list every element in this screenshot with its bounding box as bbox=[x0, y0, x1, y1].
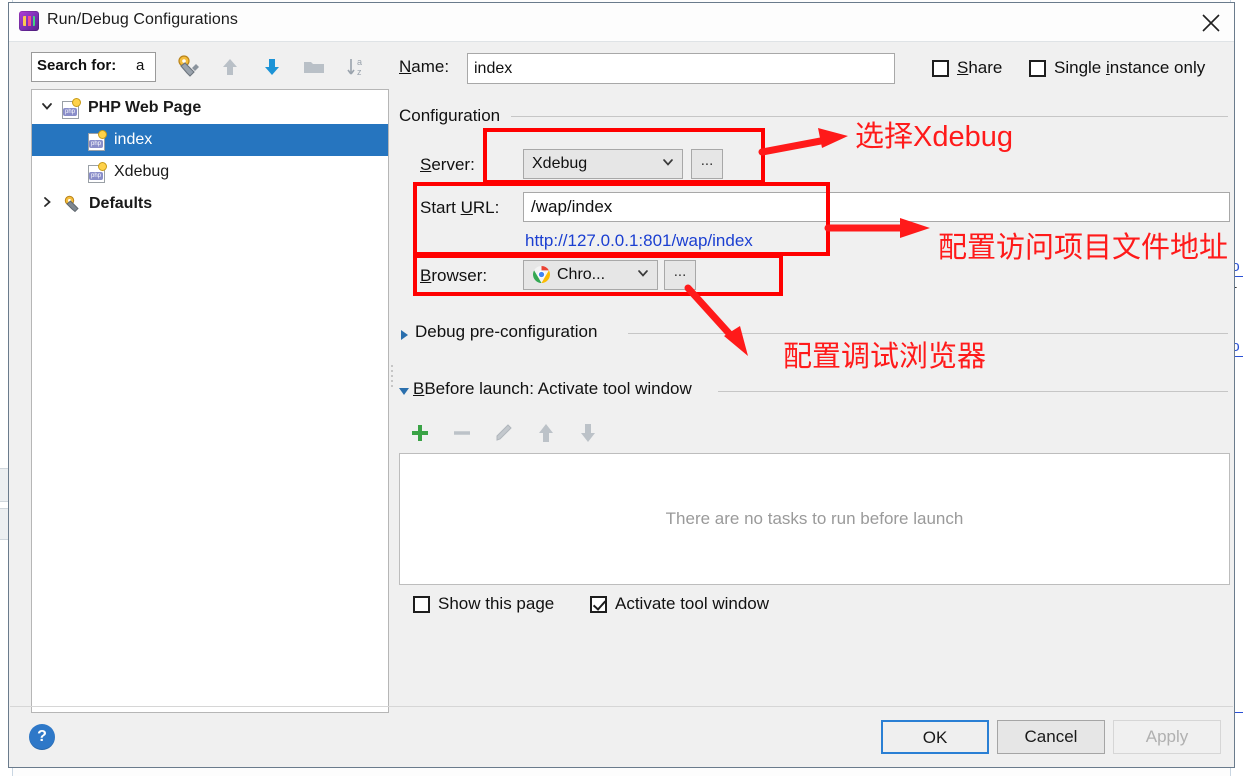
search-input[interactable]: Search for: a bbox=[31, 52, 156, 82]
show-this-page-checkbox[interactable] bbox=[413, 595, 430, 613]
tree-item-defaults[interactable]: Defaults bbox=[32, 188, 388, 220]
browser-value: Chro... bbox=[557, 266, 606, 283]
close-icon[interactable] bbox=[1188, 3, 1234, 40]
before-launch-title-text: Before launch: Activate tool window bbox=[424, 379, 692, 398]
before-launch-title[interactable]: BBefore launch: Activate tool window bbox=[413, 379, 700, 399]
dialog-titlebar: Run/Debug Configurations bbox=[9, 3, 1234, 42]
move-up-icon[interactable] bbox=[216, 53, 244, 81]
tree-item-xdebug[interactable]: php Xdebug bbox=[32, 156, 388, 188]
run-debug-configurations-dialog: Run/Debug Configurations Search for: a a… bbox=[8, 2, 1235, 768]
move-task-down-icon bbox=[573, 419, 603, 447]
show-this-page-label: Show this page bbox=[438, 594, 555, 613]
edit-templates-icon[interactable] bbox=[174, 53, 202, 81]
configuration-editor-panel: Name: Share Single instance only Configu… bbox=[395, 47, 1230, 705]
name-input[interactable] bbox=[467, 53, 895, 84]
configurations-sidebar: Search for: a a z php PHP Web Page php i… bbox=[21, 47, 391, 719]
debug-preconfiguration-expand-icon[interactable] bbox=[401, 330, 408, 340]
empty-task-message: There are no tasks to run before launch bbox=[665, 509, 964, 528]
move-down-icon[interactable] bbox=[258, 53, 286, 81]
search-label: Search for: bbox=[37, 57, 117, 74]
php-file-icon: php bbox=[88, 161, 107, 183]
share-label: Share bbox=[957, 58, 1003, 77]
tree-item-label: Xdebug bbox=[114, 163, 170, 180]
browser-label: Browser: bbox=[420, 266, 488, 285]
single-instance-label: Single instance only bbox=[1054, 58, 1206, 77]
chevron-right-icon[interactable] bbox=[32, 195, 62, 214]
move-task-up-icon bbox=[531, 419, 561, 447]
search-value: a bbox=[136, 57, 145, 74]
activate-tool-window-label: Activate tool window bbox=[615, 594, 770, 613]
single-instance-checkbox[interactable] bbox=[1029, 59, 1046, 77]
before-launch-line bbox=[718, 391, 1228, 392]
tree-item-php-web-page[interactable]: php PHP Web Page bbox=[32, 92, 388, 124]
start-url-input[interactable] bbox=[523, 192, 1230, 222]
tree-item-label: index bbox=[114, 131, 153, 148]
configurations-tree[interactable]: php PHP Web Page php index php Xdebug De… bbox=[31, 89, 389, 713]
chevron-down-icon bbox=[654, 155, 682, 174]
edit-task-icon bbox=[489, 419, 519, 447]
tree-item-label: PHP Web Page bbox=[88, 99, 202, 116]
sidebar-toolbar: Search for: a a z bbox=[21, 47, 391, 85]
start-url-label: Start URL: bbox=[420, 198, 500, 217]
share-checkbox[interactable] bbox=[932, 59, 949, 77]
name-label: Name: bbox=[399, 57, 450, 76]
debug-preconfiguration-title[interactable]: Debug pre-configuration bbox=[415, 322, 606, 342]
start-url-preview-link[interactable]: http://127.0.0.1:801/wap/index bbox=[525, 231, 753, 251]
add-task-icon[interactable] bbox=[405, 419, 435, 447]
cancel-button[interactable]: Cancel bbox=[997, 720, 1105, 754]
browser-combobox[interactable]: Chro... bbox=[523, 260, 658, 290]
server-value: Xdebug bbox=[532, 155, 588, 172]
sort-alphabetically-icon[interactable]: a z bbox=[342, 53, 370, 81]
server-browse-button[interactable]: ... bbox=[691, 149, 723, 179]
help-button[interactable]: ? bbox=[29, 724, 55, 750]
before-launch-collapse-icon[interactable] bbox=[399, 388, 409, 395]
share-checkbox-row[interactable]: Share bbox=[932, 58, 1002, 78]
dialog-title: Run/Debug Configurations bbox=[47, 11, 238, 28]
footer-separator bbox=[10, 706, 1233, 707]
php-file-icon: php bbox=[88, 129, 107, 151]
configuration-group-title: Configuration bbox=[399, 106, 509, 126]
activate-tool-window-checkbox-row[interactable]: Activate tool window bbox=[590, 594, 769, 614]
svg-text:a: a bbox=[357, 57, 362, 67]
server-label: Server: bbox=[420, 155, 475, 174]
tree-item-label: Defaults bbox=[89, 195, 153, 212]
show-this-page-checkbox-row[interactable]: Show this page bbox=[413, 594, 554, 614]
chevron-down-icon[interactable] bbox=[32, 99, 62, 118]
configuration-group-line bbox=[511, 116, 1228, 117]
php-file-icon: php bbox=[62, 97, 81, 119]
chevron-down-icon bbox=[629, 266, 657, 285]
chrome-icon bbox=[532, 265, 552, 285]
browser-browse-button[interactable]: ... bbox=[664, 260, 696, 290]
folder-icon[interactable] bbox=[300, 53, 328, 81]
debug-preconfiguration-line bbox=[628, 333, 1228, 334]
tree-item-index[interactable]: php index bbox=[32, 124, 388, 156]
before-launch-task-list[interactable]: There are no tasks to run before launch bbox=[399, 453, 1230, 585]
ok-button[interactable]: OK bbox=[881, 720, 989, 754]
remove-task-icon bbox=[447, 419, 477, 447]
defaults-gear-icon bbox=[62, 194, 82, 214]
phpstorm-icon bbox=[19, 11, 39, 31]
activate-tool-window-checkbox[interactable] bbox=[590, 595, 607, 613]
single-instance-checkbox-row[interactable]: Single instance only bbox=[1029, 58, 1205, 78]
svg-text:z: z bbox=[357, 67, 362, 77]
server-combobox[interactable]: Xdebug bbox=[523, 149, 683, 179]
apply-button: Apply bbox=[1113, 720, 1221, 754]
